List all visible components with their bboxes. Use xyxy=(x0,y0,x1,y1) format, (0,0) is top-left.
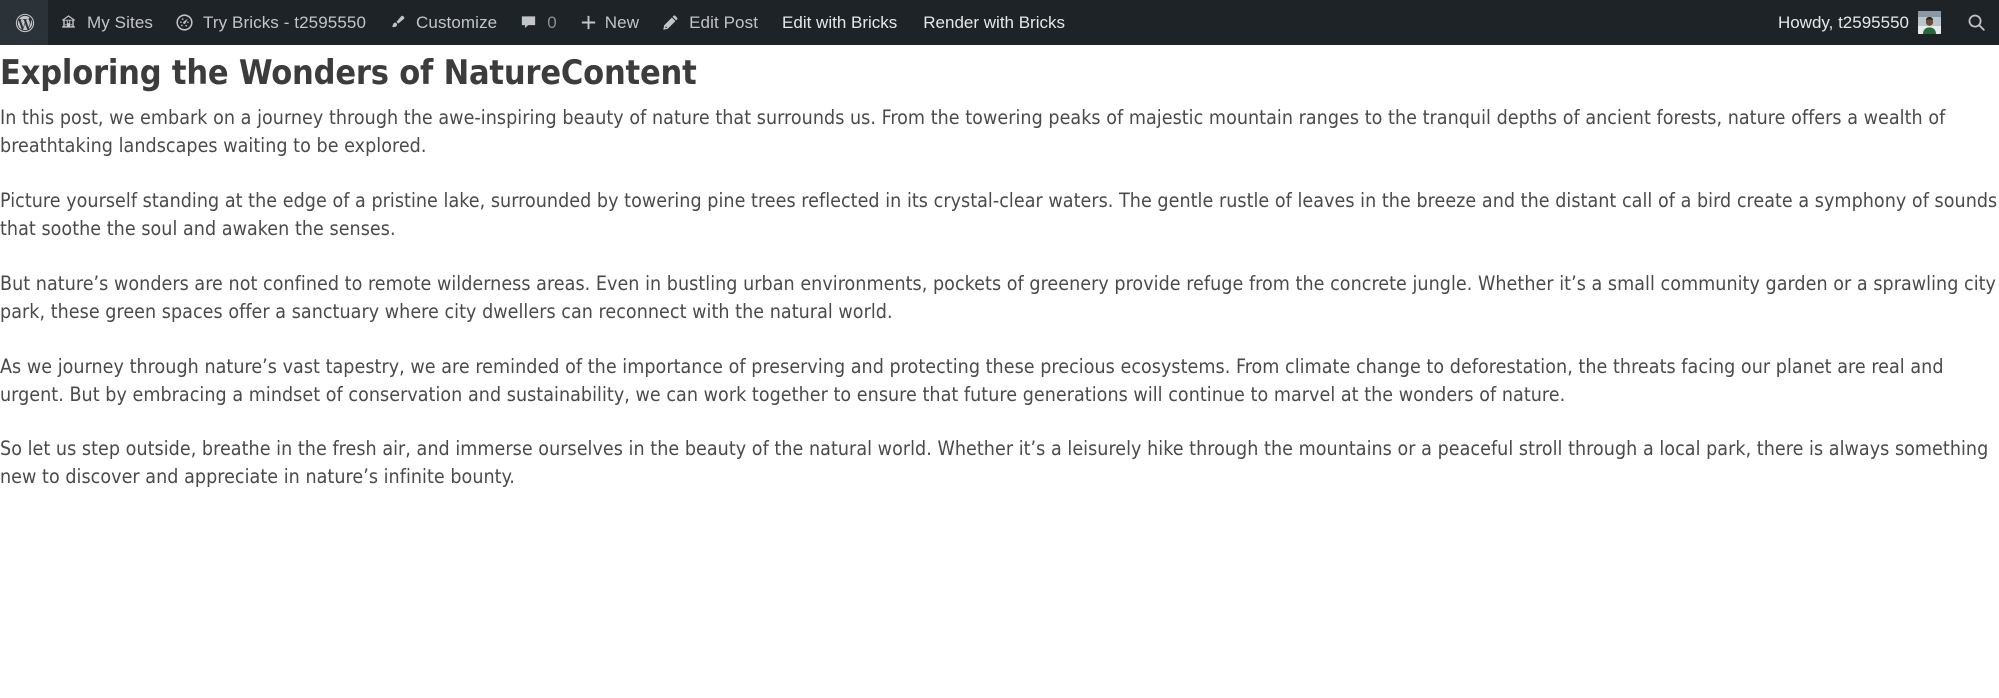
admin-bar-right-group: Howdy, t2595550 xyxy=(1764,0,1999,45)
customize-link[interactable]: Customize xyxy=(377,0,508,45)
wordpress-logo-icon xyxy=(14,12,36,34)
edit-post-link[interactable]: Edit Post xyxy=(650,0,769,45)
post-paragraph: As we journey through nature’s vast tape… xyxy=(0,354,1944,406)
new-content-menu[interactable]: New xyxy=(568,0,650,45)
account-menu[interactable]: Howdy, t2595550 xyxy=(1764,0,1953,45)
post-body: In this post, we embark on a journey thr… xyxy=(0,104,1999,491)
render-with-bricks-link[interactable]: Render with Bricks xyxy=(910,0,1078,45)
site-name-label: Try Bricks - t2595550 xyxy=(202,13,367,32)
comments-count: 0 xyxy=(547,13,557,32)
post-paragraph: But nature’s wonders are not confined to… xyxy=(0,271,1996,323)
comments-link[interactable]: 0 xyxy=(508,0,568,45)
paintbrush-icon xyxy=(388,13,407,32)
howdy-greeting: Howdy, t2595550 xyxy=(1777,12,1909,32)
edit-with-bricks-label: Edit with Bricks xyxy=(782,12,898,32)
wp-admin-bar: My Sites Try Bricks - t2595550 Customize… xyxy=(0,0,1999,45)
plus-icon xyxy=(579,13,598,32)
post-paragraph: So let us step outside, breathe in the f… xyxy=(0,437,1989,489)
my-sites-menu[interactable]: My Sites xyxy=(48,0,164,45)
new-content-label: New xyxy=(604,13,640,32)
post-paragraph: In this post, we embark on a journey thr… xyxy=(0,106,1946,158)
post-paragraph: Picture yourself standing at the edge of… xyxy=(0,189,1998,241)
dashboard-gauge-icon xyxy=(175,13,194,32)
edit-post-label: Edit Post xyxy=(689,13,759,32)
wordpress-logo-button[interactable] xyxy=(0,0,48,45)
comment-bubble-icon xyxy=(519,13,538,32)
my-sites-label: My Sites xyxy=(87,13,153,32)
customize-label: Customize xyxy=(416,13,498,32)
network-sites-icon xyxy=(59,13,78,32)
post-content-area: Exploring the Wonders of NatureContent I… xyxy=(0,45,1999,492)
render-with-bricks-label: Render with Bricks xyxy=(923,12,1065,32)
edit-with-bricks-link[interactable]: Edit with Bricks xyxy=(769,0,910,45)
site-name-menu[interactable]: Try Bricks - t2595550 xyxy=(164,0,377,45)
search-button[interactable] xyxy=(1953,0,1999,45)
admin-bar-left-group: My Sites Try Bricks - t2595550 Customize… xyxy=(0,0,1078,45)
pencil-icon xyxy=(661,13,680,32)
search-icon xyxy=(1966,12,1987,33)
user-avatar-image xyxy=(1918,11,1941,34)
page-title: Exploring the Wonders of NatureContent xyxy=(0,53,697,93)
